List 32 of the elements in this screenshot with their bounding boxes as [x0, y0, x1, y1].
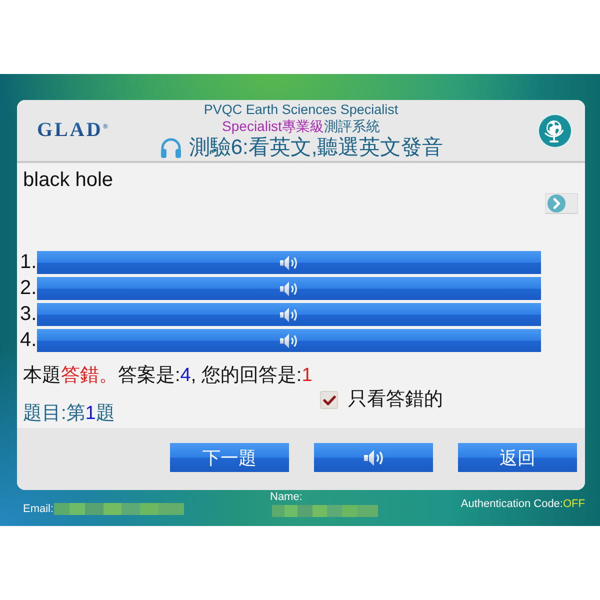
- chevron-right-icon: [547, 194, 566, 213]
- globe-icon[interactable]: [537, 112, 573, 148]
- speaker-icon: [279, 306, 299, 324]
- checkbox[interactable]: [320, 391, 338, 409]
- speaker-icon: [279, 280, 299, 298]
- quiz-title: 測驗6:看英文,聽選英文發音: [188, 134, 444, 160]
- next-button[interactable]: 下一題: [170, 443, 289, 472]
- checkmark-icon: [322, 394, 336, 406]
- option-number: 1.: [20, 251, 37, 274]
- audio-option-button[interactable]: [37, 277, 541, 300]
- result-message: 本題答錯。答案是:4, 您的回答是:1: [22, 365, 312, 387]
- app-title: PVQC Earth Sciences Specialist: [204, 102, 398, 116]
- speaker-icon: [279, 254, 299, 272]
- authentication-status: Authentication Code:OFF: [460, 498, 585, 512]
- english-word: black hole: [22, 169, 114, 191]
- arrow-button[interactable]: [545, 193, 578, 214]
- app-subtitle: Specialist專業級測評系統: [222, 117, 380, 134]
- email-label: Email:: [23, 502, 54, 516]
- audio-option-button[interactable]: [37, 303, 541, 326]
- checkbox-label: 只看答錯的: [348, 389, 443, 411]
- audio-button[interactable]: [314, 443, 433, 472]
- headphones-icon: [158, 136, 183, 158]
- option-number: 2.: [20, 277, 37, 300]
- speaker-icon: [362, 448, 384, 468]
- audio-option-button[interactable]: [37, 251, 541, 274]
- option-number: 4.: [20, 329, 37, 352]
- option-number: 3.: [20, 303, 37, 326]
- back-button[interactable]: 返回: [458, 443, 577, 472]
- name-label: Name:: [270, 491, 302, 504]
- speaker-icon: [279, 332, 299, 350]
- question-number: 題目:第1題: [22, 403, 115, 426]
- audio-option-button[interactable]: [37, 329, 541, 352]
